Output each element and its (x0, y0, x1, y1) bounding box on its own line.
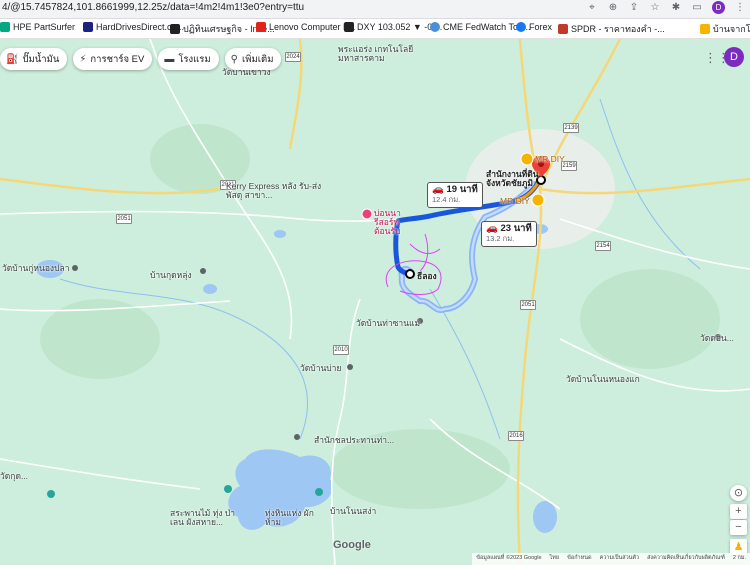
route-distance: 12.4 กม. (432, 195, 461, 204)
chip-ev[interactable]: ⚡ การชาร์จ EV (73, 48, 153, 70)
bookmark-item[interactable]: Lenovo Computer P... (256, 22, 355, 32)
my-location-button[interactable]: ⊙ (730, 485, 747, 501)
chip-hotel[interactable]: ▬ โรงแรม (158, 48, 219, 70)
origin-label[interactable]: ธีลอง (417, 269, 437, 283)
place-label: สำนักชลประทานท่า... (314, 435, 395, 445)
account-avatar[interactable]: D (724, 47, 744, 67)
bookmark-item[interactable]: DXY 103.052 ▼ -0.... (344, 22, 442, 32)
route-distance: 13.2 กม. (486, 234, 515, 243)
chip-label: เพิ่มเติม (242, 53, 274, 65)
map-canvas[interactable]: 2024 2139 2159 2051 2010 2051 2154 2011 … (0, 39, 750, 565)
google-logo: Google (333, 539, 371, 551)
place-label: บ้านกุดหลุ่ง (150, 270, 192, 280)
footer-privacy[interactable]: ความเป็นส่วนตัว (600, 554, 639, 564)
road-shield: 2139 (563, 123, 579, 133)
bookmark-favicon (344, 22, 354, 32)
bookmark-label: Forex (529, 22, 553, 32)
bookmark-item[interactable]: HPE PartSurfer (0, 22, 75, 32)
bookmark-label: Lenovo Computer P... (269, 22, 356, 32)
footer-attribution: ข้อมูลแผนที่ ©2023 Google (476, 555, 542, 561)
road-shield: 2024 (285, 52, 301, 62)
hotel-icon: ▬ (164, 53, 175, 65)
url-text[interactable]: 4/@15.7457824,101.8661999,12.25z/data=!4… (2, 2, 304, 13)
place-label: วัดบ้านกู่หนองปลา (2, 263, 70, 273)
store-label[interactable]: MR.DIY (535, 154, 565, 164)
store-label[interactable]: MR.DIY (500, 196, 530, 206)
bookmark-favicon (430, 22, 440, 32)
road-shield: 2051 (520, 300, 536, 310)
store-pin-icon[interactable] (520, 152, 534, 166)
place-label: ทุ่งหินแห่ง ผักห้าม (265, 508, 314, 527)
bookmark-item[interactable]: HardDrivesDirect.co... (83, 22, 184, 32)
bookmark-favicon (700, 24, 710, 34)
car-icon: 🚗 (486, 223, 498, 234)
zoom-out-button[interactable]: − (730, 520, 747, 535)
route-time: 23 นาที (500, 223, 532, 234)
alternate-route-box[interactable]: 🚗 23 นาที 13.2 กม. (481, 221, 537, 247)
road-shield: 2016 (508, 431, 524, 441)
bookmark-favicon (558, 24, 568, 34)
bookmark-label: บ้านจากโซโลเกรด (713, 24, 750, 34)
map-footer: ข้อมูลแผนที่ ©2023 Google ไทย ข้อกำหนด ค… (472, 553, 750, 565)
bookmark-favicon (170, 24, 180, 34)
road-shield: 2154 (595, 241, 611, 251)
menu-icon[interactable]: ⋮ (734, 2, 746, 13)
scale-bar[interactable]: 2 กม. (733, 554, 746, 564)
place-label: วัดบ้านโนนหนองแก (566, 374, 640, 384)
footer-language[interactable]: ไทย (550, 554, 560, 564)
road-shield: 2051 (116, 214, 132, 224)
place-label: วัดบ้านท่าซานแม่ (356, 318, 421, 328)
place-label: วัดกุด... (0, 471, 29, 481)
map-graphics (0, 39, 750, 565)
resort-label[interactable]: บ่อนนา รีสอร์ท ต้อนรับ (374, 209, 424, 236)
search-icon: ⚲ (230, 53, 238, 65)
route-time: 19 นาที (446, 184, 478, 195)
extensions-icon[interactable]: ✱ (670, 2, 682, 13)
bookmark-favicon (0, 22, 10, 32)
chip-more[interactable]: ⚲ เพิ่มเติม (224, 48, 282, 70)
url-bar[interactable]: 4/@15.7457824,101.8661999,12.25z/data=!4… (0, 0, 750, 19)
bookmark-item[interactable]: SPDR - ราคาทองคำ -... (558, 22, 665, 36)
car-icon: 🚗 (432, 184, 444, 195)
store-pin-icon[interactable] (531, 193, 545, 207)
bookmarks-bar: HPE PartSurfer HardDrivesDirect.co... ปฏ… (0, 19, 750, 39)
bookmark-label: HPE PartSurfer (13, 22, 76, 32)
destination-label[interactable]: สำนักงานที่ดินจังหวัดชัยภูมิ (486, 170, 544, 188)
ev-charging-icon: ⚡ (79, 53, 87, 65)
chip-label: โรงแรม (178, 53, 211, 65)
chip-label: ปั๊มน้ำมัน (22, 53, 60, 65)
gas-icon: ⛽ (6, 53, 19, 65)
chip-label: การชาร์จ EV (90, 53, 145, 65)
resort-pin-icon[interactable] (361, 208, 373, 220)
place-label: บ้านโนนสง่า (330, 506, 377, 516)
place-label: สระพานไม้ ทุ่ง ป่าเลน ผังสหาย... (170, 508, 236, 527)
footer-terms[interactable]: ข้อกำหนด (567, 554, 591, 564)
road-shield: 2010 (333, 345, 349, 355)
bookmark-item[interactable]: บ้านจากโซโลเกรด (700, 22, 750, 36)
chip-gas[interactable]: ⛽ ปั๊มน้ำมัน (0, 48, 68, 70)
location-icon[interactable]: ⌖ (586, 2, 598, 13)
apps-grid-icon[interactable]: ⋮⋮ (704, 50, 730, 66)
primary-route-box[interactable]: 🚗 19 นาที 12.4 กม. (427, 182, 483, 208)
profile-avatar[interactable]: D (712, 1, 725, 14)
tab-search-icon[interactable]: ▭ (691, 2, 703, 13)
bookmark-favicon (256, 22, 266, 32)
footer-feedback[interactable]: ส่งความคิดเห็นเกี่ยวกับผลิตภัณฑ์ (647, 554, 725, 564)
place-label: วัดบ้านบ่าย (300, 363, 342, 373)
filter-chips: ⛽ ปั๊มน้ำมัน ⚡ การชาร์จ EV ▬ โรงแรม ⚲ เพิ่มเ… (0, 48, 282, 70)
star-icon[interactable]: ☆ (649, 2, 661, 13)
place-label: วัดดอน... (700, 333, 734, 343)
share-icon[interactable]: ⇪ (628, 2, 640, 13)
bookmark-favicon (516, 22, 526, 32)
place-label: พระแอร่ง เกทโนโลยี มหาสารคาม (338, 44, 414, 63)
place-label: Kerry Express หลัง รับ-ส่งพัสดุ สาขา... (226, 181, 322, 200)
bookmark-favicon (83, 22, 93, 32)
zoom-icon[interactable]: ⊕ (607, 2, 619, 13)
bookmark-item[interactable]: Forex (516, 22, 552, 32)
origin-marker[interactable] (405, 269, 415, 279)
bookmark-label: SPDR - ราคาทองคำ -... (571, 24, 665, 34)
zoom-in-button[interactable]: + (730, 504, 747, 519)
